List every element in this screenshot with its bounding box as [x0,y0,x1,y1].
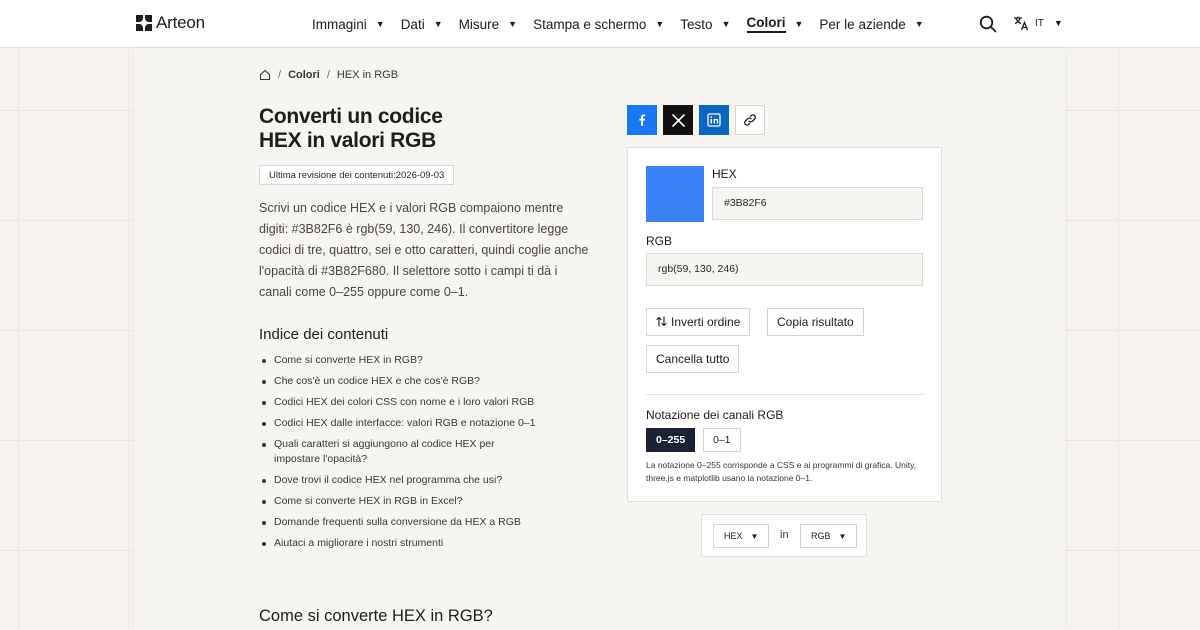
copy-link-button[interactable] [735,105,765,135]
copy-result-button[interactable]: Copia risultato [767,308,864,336]
toc-item[interactable]: Aiutaci a migliorare i nostri strumenti [259,536,559,551]
hex-input[interactable]: #3B82F6 [712,187,923,220]
swap-order-label: Inverti ordine [671,315,741,329]
chevron-down-icon: ▼ [721,19,731,29]
chevron-down-icon: ▼ [508,19,518,29]
nav-label: Testo [680,16,713,32]
breadcrumb-current: HEX in RGB [336,69,399,81]
breadcrumb: / Colori / HEX in RGB [259,69,398,81]
table-of-contents: Come si converte HEX in RGB? Che cos'è u… [259,353,559,557]
hex-label: HEX [712,167,737,181]
nav-item-colori[interactable]: Colori ▼ [746,15,804,33]
notation-label: Notazione dei canali RGB [646,408,784,422]
translate-icon [1014,16,1029,31]
nav-item-testo[interactable]: Testo ▼ [680,17,730,32]
toc-item[interactable]: Come si converte HEX in RGB? [259,353,559,368]
facebook-icon [639,114,646,126]
main-nav: Immagini ▼ Dati ▼ Misure ▼ Stampa e sche… [312,0,940,48]
page-title: Converti un codice HEX in valori RGB [259,105,519,153]
chevron-down-icon: ▼ [375,19,385,29]
nav-item-immagini[interactable]: Immagini ▼ [312,17,385,32]
nav-item-stampa-e-schermo[interactable]: Stampa e schermo ▼ [533,17,664,32]
intro-paragraph: Scrivi un codice HEX e i valori RGB comp… [259,201,589,299]
clear-all-button[interactable]: Cancella tutto [646,345,740,373]
share-facebook-button[interactable] [627,105,657,135]
breadcrumb-separator: / [326,69,330,81]
rgb-label: RGB [646,234,673,248]
top-navigation-bar: Arteon Immagini ▼ Dati ▼ Misure ▼ Stampa… [0,0,1200,48]
converter-card: HEX #3B82F6 RGB rgb(59, 130, 246) Invert… [627,147,942,502]
share-x-button[interactable] [663,105,693,135]
to-format-value: RGB [811,531,831,541]
toc-item[interactable]: Codici HEX dei colori CSS con nome e i l… [259,395,559,410]
breadcrumb-separator: / [278,69,282,81]
logo-mark-icon [136,15,152,31]
direction-connector: in [780,529,789,541]
nav-label: Colori [746,15,786,33]
nav-label: Dati [400,16,425,32]
notation-0-1-button[interactable]: 0–1 [703,428,741,452]
toc-item[interactable]: Come si converte HEX in RGB in Excel? [259,494,559,509]
swap-arrows-icon [656,316,667,327]
logo-text: Arteon [156,13,205,32]
swap-order-button[interactable]: Inverti ordine [646,308,751,336]
toc-title: Indice dei contenuti [259,326,389,343]
from-format-value: HEX [724,531,743,541]
color-swatch[interactable] [646,166,704,222]
revision-badge: Ultima revisione dei contenuti:2026-09-0… [259,165,455,185]
notation-0-255-button[interactable]: 0–255 [646,428,696,452]
chevron-down-icon: ▼ [750,532,759,541]
to-format-select[interactable]: RGB ▼ [800,524,858,548]
conversion-direction: HEX ▼ in RGB ▼ [701,514,867,557]
logo[interactable]: Arteon [136,13,205,33]
chevron-down-icon: ▼ [655,19,665,29]
section-heading: Come si converte HEX in RGB? [259,607,493,625]
home-icon[interactable] [259,69,271,81]
chevron-down-icon: ▼ [794,19,804,29]
nav-label: Per le aziende [819,16,906,32]
chevron-down-icon: ▼ [433,19,443,29]
nav-label: Stampa e schermo [533,16,647,32]
toc-item[interactable]: Che cos'è un codice HEX e che cos'è RGB? [259,374,559,389]
chevron-down-icon: ▼ [838,532,847,541]
page-title-line: HEX in valori RGB [259,129,436,152]
search-icon [979,15,997,33]
nav-label: Misure [458,16,500,32]
share-linkedin-button[interactable] [699,105,729,135]
nav-item-misure[interactable]: Misure ▼ [459,17,517,32]
search-button[interactable] [979,15,997,33]
link-icon [744,114,756,126]
chevron-down-icon: ▼ [914,19,924,29]
language-code: IT [1035,17,1044,29]
chevron-down-icon: ▼ [1053,18,1063,28]
x-icon [671,113,685,127]
linkedin-icon [707,113,721,127]
nav-item-per-le-aziende[interactable]: Per le aziende ▼ [819,17,923,32]
from-format-select[interactable]: HEX ▼ [713,524,770,548]
toc-item[interactable]: Quali caratteri si aggiungono al codice … [259,437,509,467]
language-selector[interactable]: IT ▼ [1013,15,1063,31]
toc-item[interactable]: Codici HEX dalle interfacce: valori RGB … [259,416,559,431]
notation-note: La notazione 0–255 corrisponde a CSS e a… [646,460,917,483]
page-title-line: Converti un codice [259,105,443,128]
nav-label: Immagini [312,16,367,32]
rgb-input[interactable]: rgb(59, 130, 246) [646,253,923,286]
toc-item[interactable]: Dove trovi il codice HEX nel programma c… [259,473,559,488]
divider [646,394,924,395]
toc-item[interactable]: Domande frequenti sulla conversione da H… [259,515,559,530]
breadcrumb-link-colori[interactable]: Colori [288,69,320,81]
share-buttons [627,105,765,135]
nav-item-dati[interactable]: Dati ▼ [401,17,443,32]
